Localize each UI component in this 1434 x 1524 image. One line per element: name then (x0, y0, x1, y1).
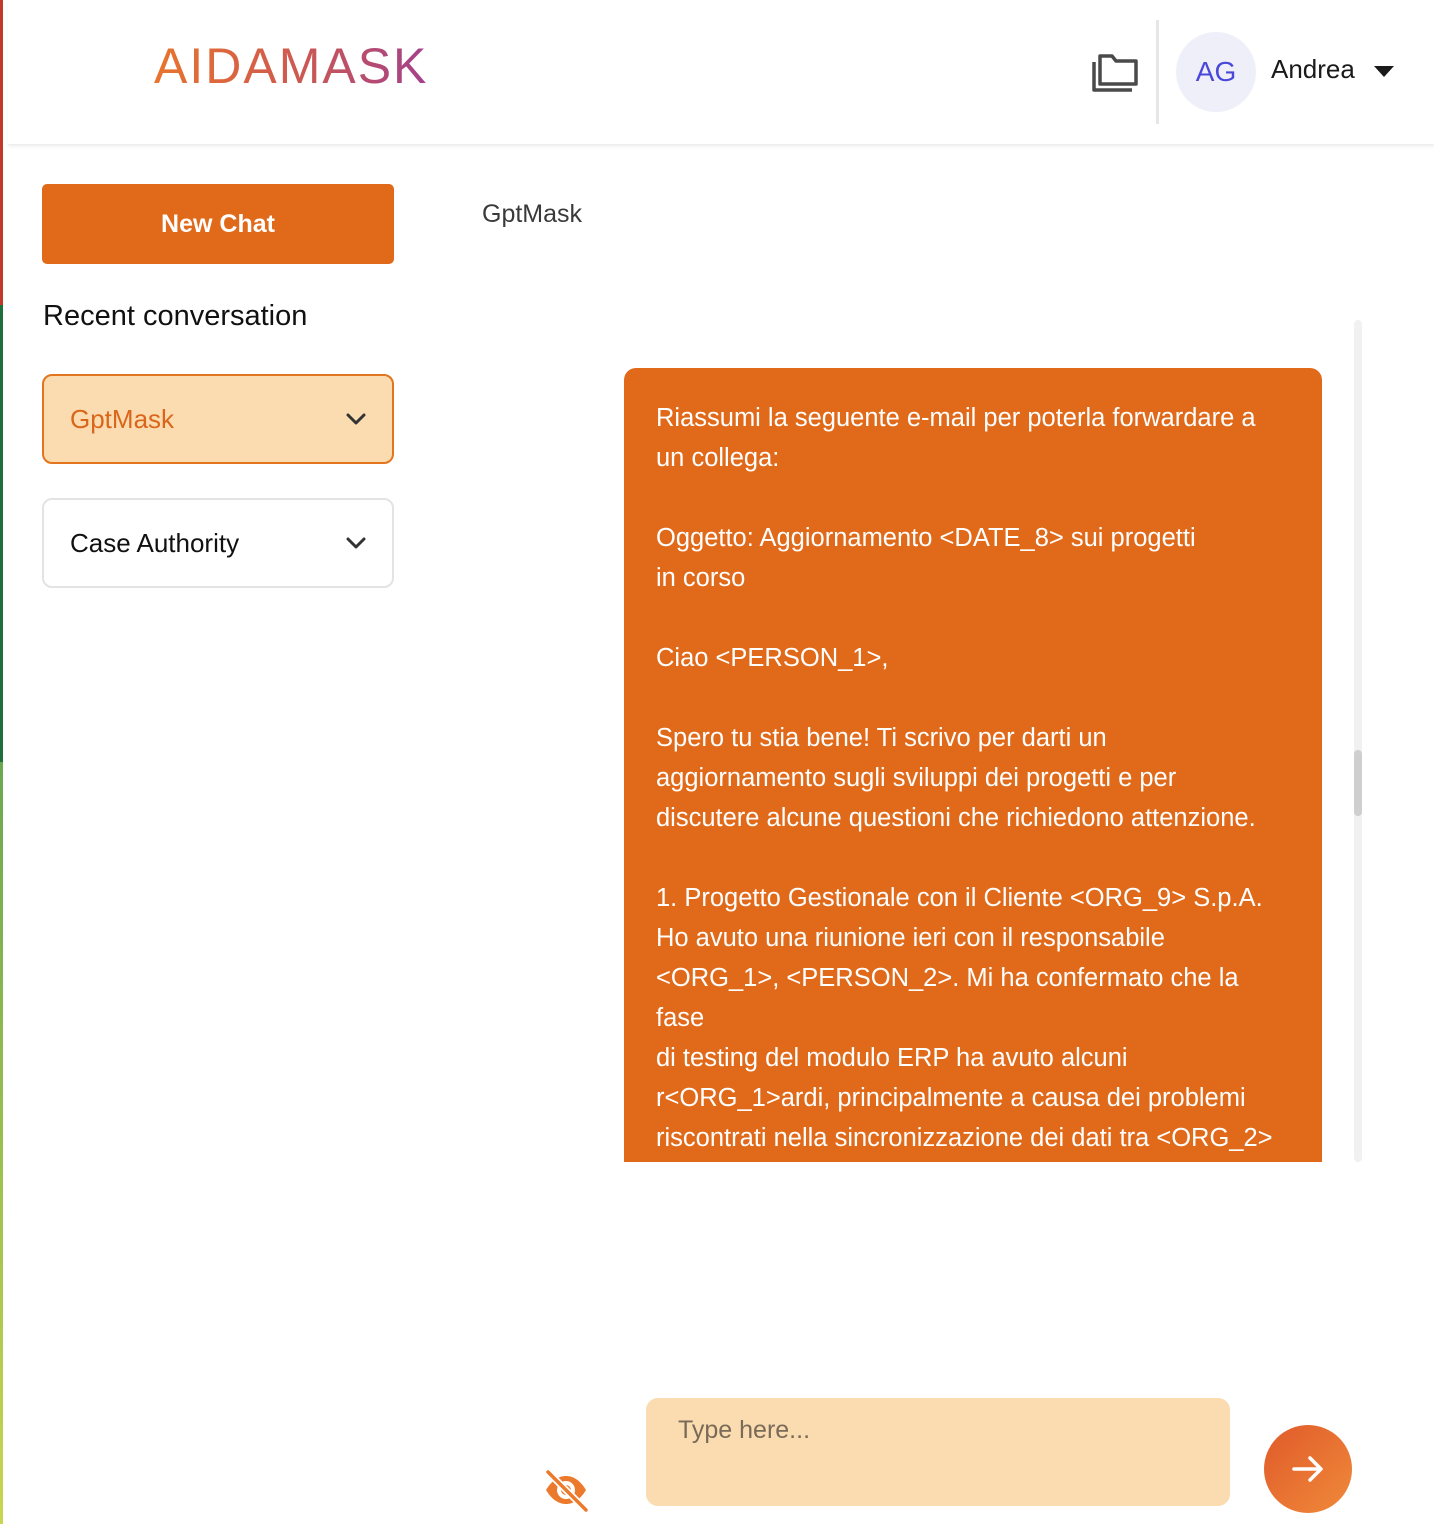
avatar-initials: AG (1195, 56, 1237, 87)
scrollbar-thumb[interactable] (1354, 750, 1362, 816)
new-chat-button[interactable]: New Chat (42, 184, 394, 264)
arrow-right-icon (1292, 1456, 1323, 1482)
caret-down-icon[interactable] (1374, 66, 1394, 77)
send-button[interactable] (1264, 1425, 1352, 1513)
scrollbar-track[interactable] (1354, 320, 1362, 1162)
header-divider (1156, 20, 1159, 124)
app-root: AIDAMASK AG Andrea New Chat Recent conve… (0, 0, 1434, 1524)
chat-message-list[interactable]: Riassumi la seguente e-mail per poterla … (600, 320, 1360, 1162)
conversation-label: GptMask (70, 403, 175, 434)
user-name[interactable]: Andrea (1271, 54, 1355, 85)
conversation-item-case-authority[interactable]: Case Authority (42, 498, 394, 588)
new-chat-label: New Chat (161, 209, 275, 238)
app-logo[interactable]: AIDAMASK (154, 36, 428, 96)
window-edge-strip (0, 0, 3, 1524)
user-message-bubble: Riassumi la seguente e-mail per poterla … (624, 368, 1322, 1162)
message-input[interactable] (646, 1398, 1230, 1506)
top-header: AIDAMASK AG Andrea (8, 0, 1434, 145)
chat-title: GptMask (482, 200, 583, 228)
conversation-label: Case Authority (70, 527, 240, 558)
folders-icon[interactable] (1090, 50, 1140, 94)
avatar[interactable]: AG (1176, 32, 1256, 112)
chevron-down-icon[interactable] (346, 412, 366, 426)
recent-conversation-heading: Recent conversation (43, 300, 308, 332)
conversation-item-gptmask[interactable]: GptMask (42, 374, 394, 464)
eye-off-icon[interactable] (542, 1466, 590, 1514)
chevron-down-icon[interactable] (346, 536, 366, 550)
